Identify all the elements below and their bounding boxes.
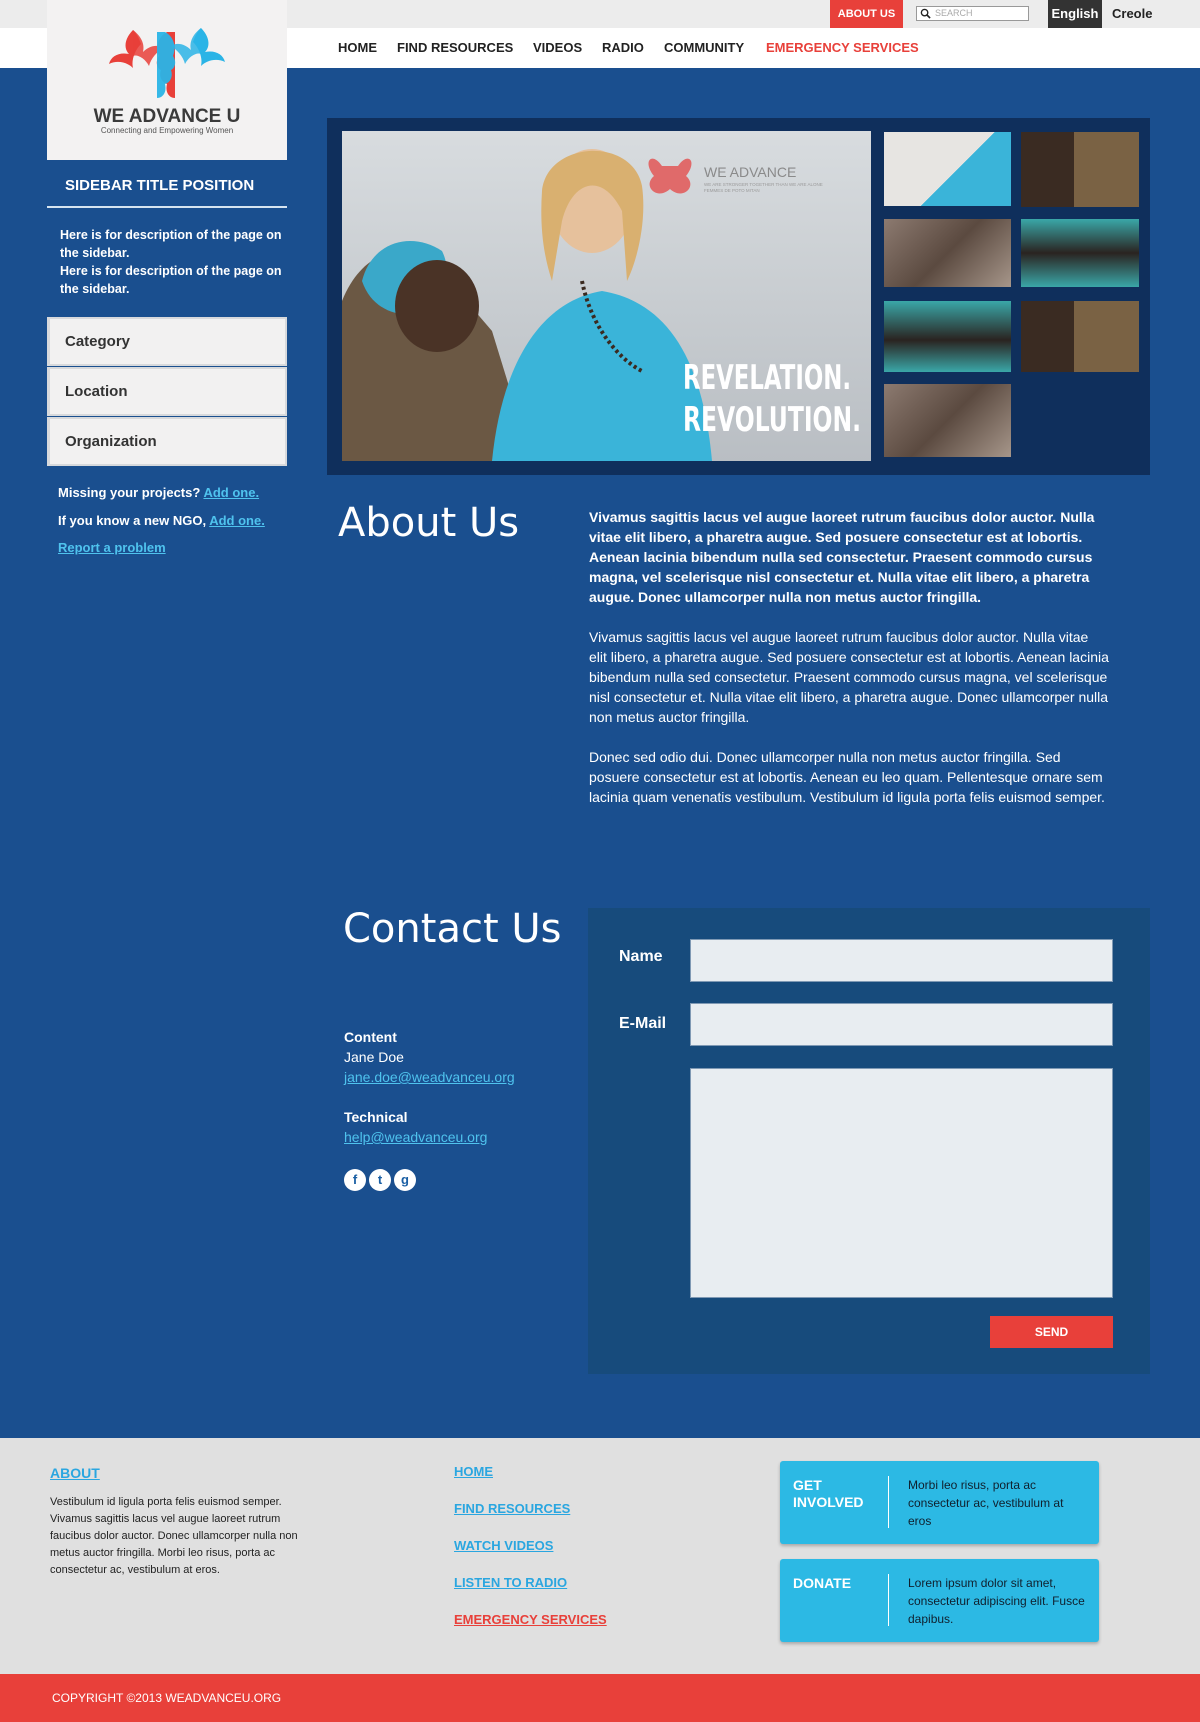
footer-links: HOME FIND RESOURCES WATCH VIDEOS LISTEN … — [454, 1464, 607, 1649]
logo-name: WE ADVANCE U — [93, 106, 241, 127]
get-involved-text: Morbi leo risus, porta ac consectetur ac… — [908, 1478, 1064, 1528]
thumbnail-6[interactable] — [1021, 301, 1139, 372]
footer-link-home[interactable]: HOME — [454, 1464, 607, 1501]
about-body: Vivamus sagittis lacus vel augue laoreet… — [589, 507, 1109, 827]
hero-headline-1: REVELATION. — [683, 358, 851, 398]
thumbnail-2[interactable] — [1021, 132, 1139, 207]
name-label: Name — [619, 948, 663, 965]
sidebar-links: Missing your projects? Add one. If you k… — [58, 485, 265, 568]
email-label: E-Mail — [619, 1015, 667, 1032]
thumbnail-1[interactable] — [884, 132, 1011, 206]
about-paragraph-2: Donec sed odio dui. Donec ullamcorper nu… — [589, 749, 1105, 805]
hero-photo: WE ADVANCE WE ARE STRONGER TOGETHER THAN… — [342, 131, 871, 461]
sidebar-divider — [47, 206, 287, 208]
footer-link-listen-radio[interactable]: LISTEN TO RADIO — [454, 1575, 607, 1612]
media-gallery: WE ADVANCE WE ARE STRONGER TOGETHER THAN… — [327, 118, 1150, 475]
search-box[interactable]: SEARCH — [916, 6, 1029, 21]
card-divider — [888, 1574, 889, 1626]
footer-link-watch-videos[interactable]: WATCH VIDEOS — [454, 1538, 607, 1575]
content-email-link[interactable]: jane.doe@weadvanceu.org — [344, 1067, 515, 1087]
nav-videos[interactable]: VIDEOS — [533, 41, 582, 55]
search-placeholder: SEARCH — [935, 8, 973, 18]
report-problem-link[interactable]: Report a problem — [58, 540, 166, 555]
thumbnail-4[interactable] — [1021, 219, 1139, 287]
sidebar-item-category[interactable]: Category — [47, 317, 287, 366]
sidebar-menu: Category Location Organization — [47, 317, 287, 467]
logo-faces-icon — [109, 28, 225, 98]
google-plus-icon[interactable]: g — [394, 1169, 416, 1191]
contact-form: Name E-Mail SEND — [588, 908, 1150, 1374]
top-about-us-link[interactable]: ABOUT US — [830, 0, 903, 28]
social-icons: ftg — [344, 1169, 419, 1191]
footer-about-text: Vestibulum id ligula porta felis euismod… — [50, 1496, 298, 1576]
sidebar-desc-line-1: Here is for description of the page on t… — [60, 228, 282, 260]
content-name: Jane Doe — [344, 1049, 404, 1065]
about-heading: About Us — [338, 500, 520, 546]
add-ngo-link[interactable]: Add one. — [209, 513, 265, 528]
hero-headline-2: REVOLUTION. — [683, 400, 861, 440]
get-involved-card[interactable]: GET INVOLVED Morbi leo risus, porta ac c… — [780, 1461, 1099, 1544]
sidebar-title: SIDEBAR TITLE POSITION — [65, 177, 255, 194]
donate-card[interactable]: DONATE Lorem ipsum dolor sit amet, conse… — [780, 1559, 1099, 1642]
nav-find-resources[interactable]: FIND RESOURCES — [397, 41, 513, 55]
technical-label: Technical — [344, 1109, 408, 1125]
search-icon — [920, 8, 931, 19]
sidebar-item-organization[interactable]: Organization — [47, 417, 287, 466]
thumbnail-5[interactable] — [884, 301, 1011, 372]
new-ngo-text: If you know a new NGO, — [58, 512, 207, 528]
donate-text: Lorem ipsum dolor sit amet, consectetur … — [908, 1576, 1085, 1626]
nav-community[interactable]: COMMUNITY — [664, 41, 744, 55]
donate-title: DONATE — [793, 1575, 852, 1591]
nav-home[interactable]: HOME — [338, 41, 377, 55]
nav-emergency-services[interactable]: EMERGENCY SERVICES — [766, 41, 919, 55]
footer-link-emergency[interactable]: EMERGENCY SERVICES — [454, 1612, 607, 1649]
sidebar-item-location[interactable]: Location — [47, 367, 287, 416]
logo-tagline: Connecting and Empowering Women — [100, 126, 234, 135]
thumbnail-3[interactable] — [884, 219, 1011, 287]
about-lead: Vivamus sagittis lacus vel augue laoreet… — [589, 509, 1095, 605]
get-involved-title: GET INVOLVED — [793, 1477, 864, 1510]
svg-text:WE ARE STRONGER TOGETHER THAN: WE ARE STRONGER TOGETHER THAN WE ARE ALO… — [704, 182, 823, 187]
svg-text:FEMMES DE POTO MITAN: FEMMES DE POTO MITAN — [704, 188, 760, 193]
sidebar-description: Here is for description of the page on t… — [60, 226, 285, 298]
add-project-link[interactable]: Add one. — [203, 485, 259, 500]
language-english[interactable]: English — [1048, 0, 1102, 28]
missing-projects-text: Missing your projects? — [58, 485, 201, 500]
message-field[interactable] — [690, 1068, 1113, 1298]
logo-block[interactable]: WE ADVANCE U Connecting and Empowering W… — [47, 0, 287, 160]
footer-link-find-resources[interactable]: FIND RESOURCES — [454, 1501, 607, 1538]
nav-radio[interactable]: RADIO — [602, 41, 644, 55]
content-label: Content — [344, 1029, 397, 1045]
svg-text:WE ADVANCE: WE ADVANCE — [704, 164, 796, 180]
card-divider — [888, 1476, 889, 1528]
contact-heading: Contact Us — [343, 906, 562, 952]
contact-info: Content Jane Doe jane.doe@weadvanceu.org… — [344, 1027, 515, 1147]
facebook-icon[interactable]: f — [344, 1169, 366, 1191]
thumbnail-7[interactable] — [884, 384, 1011, 457]
hero-image[interactable]: WE ADVANCE WE ARE STRONGER TOGETHER THAN… — [342, 131, 871, 461]
footer: ABOUT Vestibulum id ligula porta felis e… — [0, 1438, 1200, 1674]
twitter-icon[interactable]: t — [369, 1169, 391, 1191]
name-field[interactable] — [690, 939, 1113, 982]
email-field[interactable] — [690, 1003, 1113, 1046]
copyright-bar: COPYRIGHT ©2013 WEADVANCEU.ORG — [0, 1674, 1200, 1722]
sidebar-desc-line-2: Here is for description of the page on t… — [60, 264, 282, 296]
footer-about-heading[interactable]: ABOUT — [50, 1465, 100, 1481]
language-creole[interactable]: Creole — [1108, 0, 1156, 28]
technical-email-link[interactable]: help@weadvanceu.org — [344, 1127, 515, 1147]
send-button[interactable]: SEND — [990, 1316, 1113, 1348]
about-paragraph-1: Vivamus sagittis lacus vel augue laoreet… — [589, 629, 1109, 725]
